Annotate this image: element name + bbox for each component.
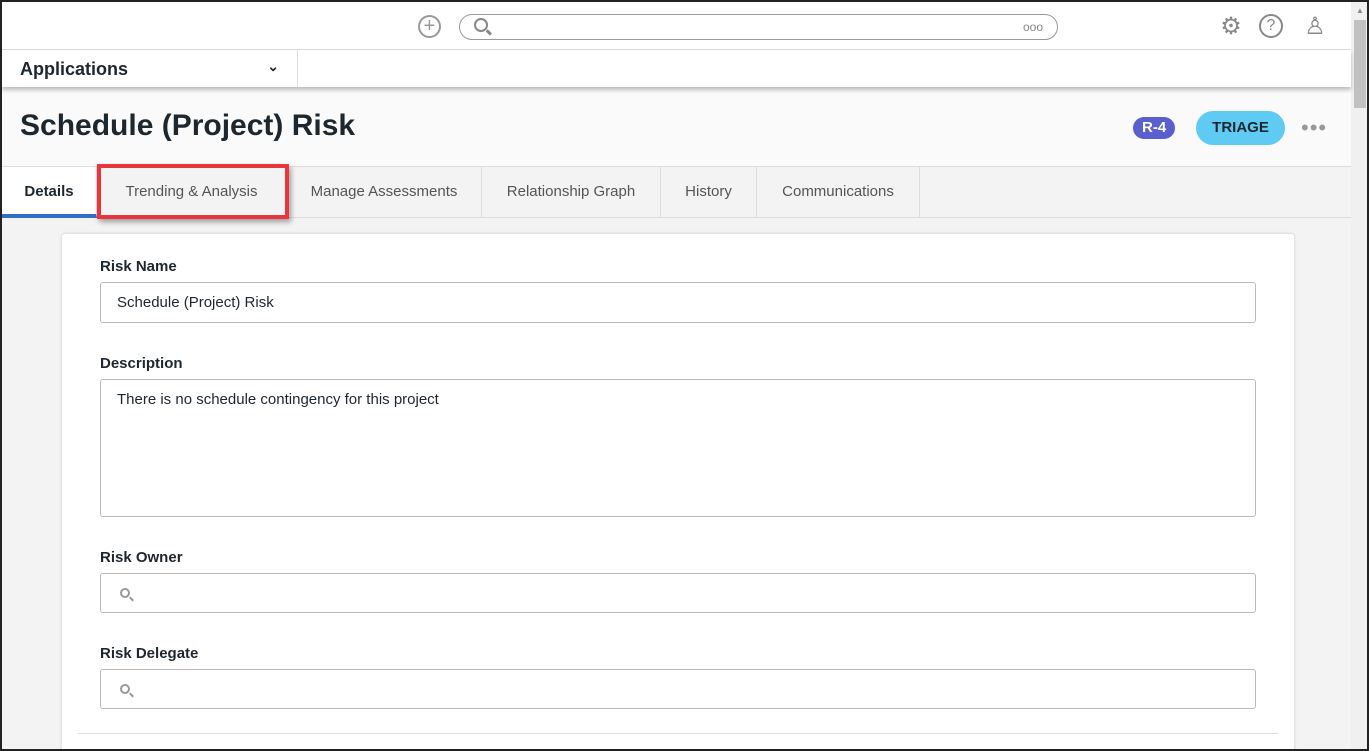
divider <box>78 733 1278 734</box>
app-window: + ooo ⚙ ? ♙ Applications ⌄ Schedule (Pro… <box>0 0 1369 751</box>
scroll-up-arrow-icon[interactable]: ▲ <box>1356 6 1364 15</box>
page-title: Schedule (Project) Risk <box>20 109 356 142</box>
description-label: Description <box>100 355 183 372</box>
applications-dropdown[interactable]: Applications ⌄ <box>2 50 298 87</box>
top-bar: + ooo ⚙ ? ♙ <box>2 2 1351 50</box>
search-icon <box>120 588 130 598</box>
more-options-icon[interactable]: ••• <box>1301 115 1327 141</box>
risk-owner-search-input[interactable] <box>100 573 1256 613</box>
application-bar: Applications ⌄ <box>2 50 1351 87</box>
workflow-status-button[interactable]: TRIAGE <box>1196 111 1285 145</box>
risk-owner-label: Risk Owner <box>100 549 183 566</box>
highlight-box <box>97 164 289 219</box>
tab-relationship-graph[interactable]: Relationship Graph <box>482 167 661 218</box>
record-id-badge: R-4 <box>1133 117 1176 139</box>
risk-delegate-label: Risk Delegate <box>100 645 199 662</box>
risk-delegate-search-input[interactable] <box>100 669 1256 709</box>
details-form-card: Risk Name Schedule (Project) Risk Descri… <box>62 234 1294 749</box>
risk-name-label: Risk Name <box>100 258 177 275</box>
scrollbar-thumb[interactable] <box>1354 20 1366 108</box>
risk-name-input[interactable]: Schedule (Project) Risk <box>100 282 1256 323</box>
record-header: Schedule (Project) Risk R-4 TRIAGE ••• <box>2 87 1351 166</box>
user-profile-icon[interactable]: ♙ <box>1302 14 1328 40</box>
applications-label: Applications <box>20 59 129 79</box>
tab-manage-assessments[interactable]: Manage Assessments <box>287 167 482 218</box>
search-icon <box>474 18 488 32</box>
vertical-scrollbar[interactable]: ▲ <box>1351 2 1367 749</box>
add-icon[interactable]: + <box>418 15 441 38</box>
settings-gear-icon[interactable]: ⚙ <box>1218 14 1244 40</box>
global-search-input[interactable]: ooo <box>459 14 1058 40</box>
description-textarea[interactable]: There is no schedule contingency for thi… <box>100 379 1256 517</box>
tab-history[interactable]: History <box>661 167 757 218</box>
help-icon[interactable]: ? <box>1259 14 1283 38</box>
search-options-icon[interactable]: ooo <box>1023 20 1043 34</box>
chevron-down-icon: ⌄ <box>267 58 279 74</box>
tab-communications[interactable]: Communications <box>757 167 920 218</box>
tab-details[interactable]: Details <box>2 167 97 218</box>
search-icon <box>120 684 130 694</box>
